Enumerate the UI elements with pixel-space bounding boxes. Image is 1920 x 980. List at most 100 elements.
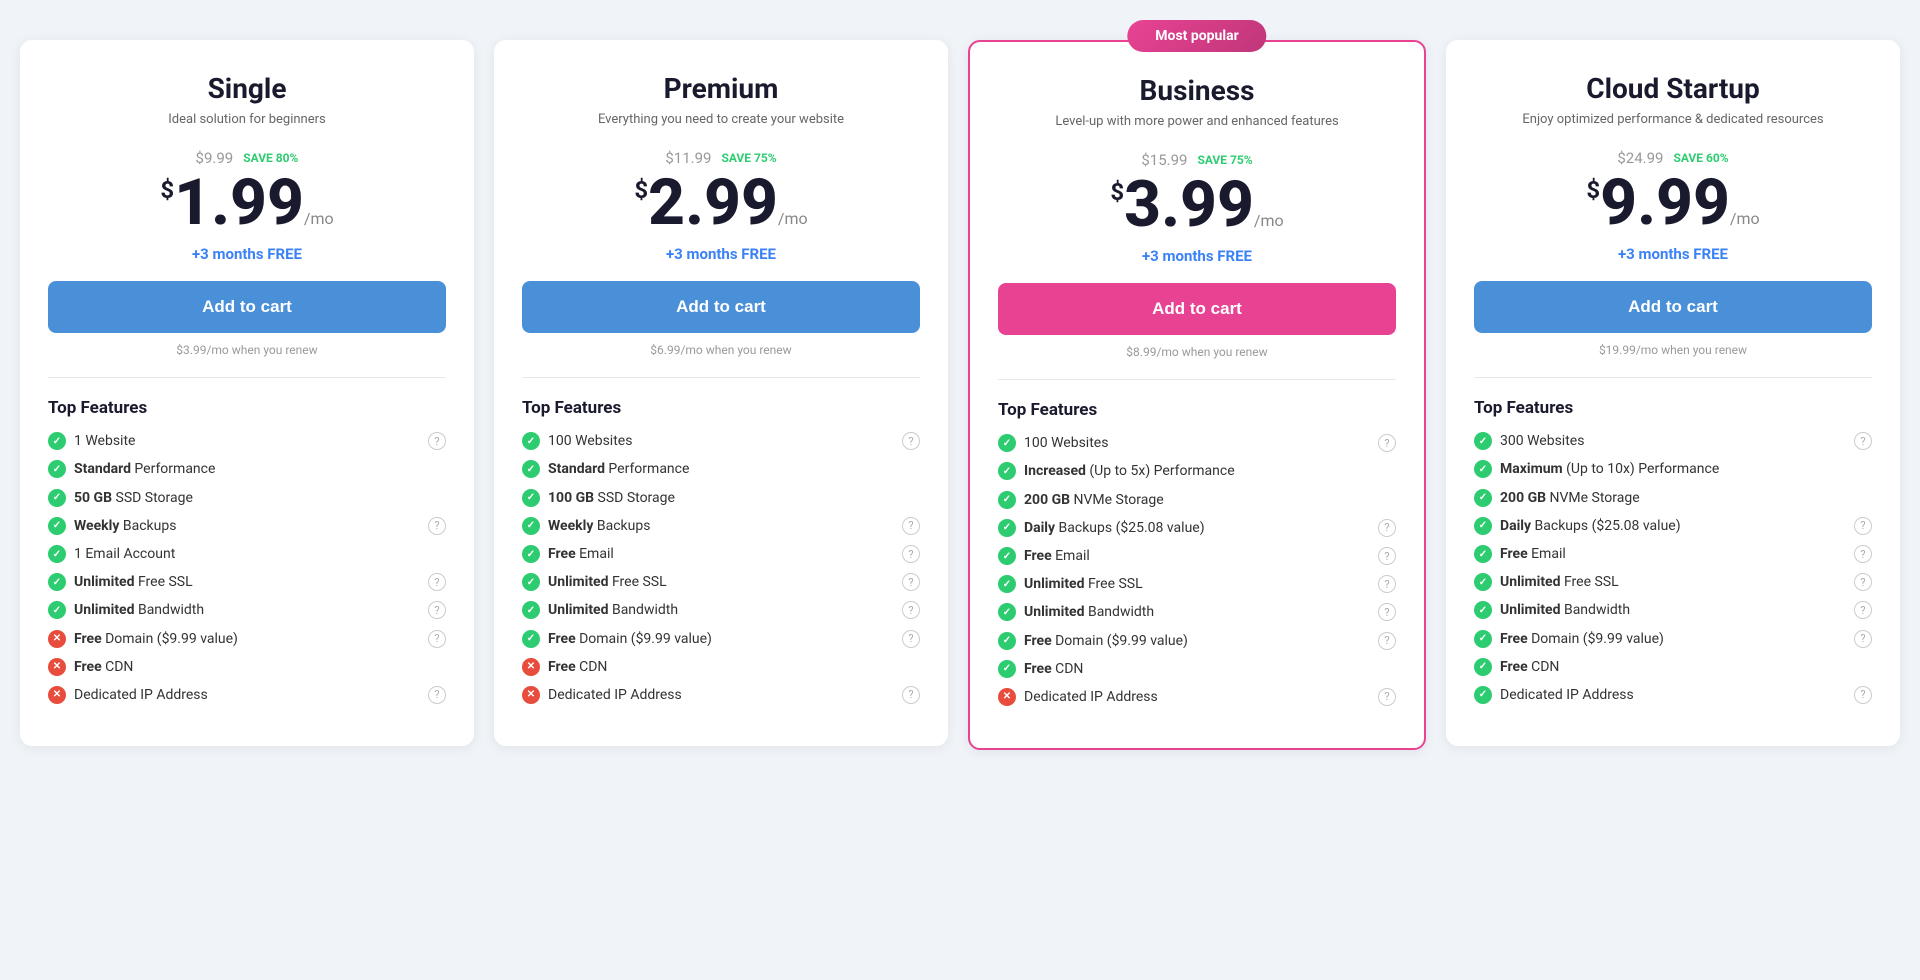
renew-note-business: $8.99/mo when you renew [998, 345, 1396, 359]
free-months-cloud: +3 months FREE [1474, 245, 1872, 263]
price-main-single: $1.99/mo [48, 171, 446, 235]
feature-text: Unlimited Free SSL [548, 573, 894, 591]
feature-check-icon: ✓ [1474, 630, 1492, 648]
info-icon[interactable]: ? [1854, 517, 1872, 535]
feature-check-icon: ✓ [998, 547, 1016, 565]
feature-text: Dedicated IP Address [1024, 688, 1370, 706]
add-to-cart-button-cloud[interactable]: Add to cart [1474, 281, 1872, 333]
free-months-business: +3 months FREE [998, 247, 1396, 265]
feature-text: Free CDN [1500, 658, 1872, 676]
feature-item-cloud-7: ✓ Free Domain ($9.99 value) ? [1474, 630, 1872, 648]
feature-check-icon: ✓ [998, 434, 1016, 452]
info-icon[interactable]: ? [902, 432, 920, 450]
save-badge-business: SAVE 75% [1197, 153, 1252, 167]
feature-check-icon: ✕ [522, 686, 540, 704]
save-badge-cloud: SAVE 60% [1673, 151, 1728, 165]
feature-text: Free Email [1500, 545, 1846, 563]
plan-desc-premium: Everything you need to create your websi… [522, 111, 920, 129]
feature-item-single-9: ✕ Dedicated IP Address ? [48, 686, 446, 704]
info-icon[interactable]: ? [902, 545, 920, 563]
free-months-premium: +3 months FREE [522, 245, 920, 263]
info-icon[interactable]: ? [902, 573, 920, 591]
feature-check-icon: ✕ [48, 686, 66, 704]
info-icon[interactable]: ? [1378, 632, 1396, 650]
info-icon[interactable]: ? [1854, 630, 1872, 648]
info-icon[interactable]: ? [428, 517, 446, 535]
feature-text: Unlimited Bandwidth [74, 601, 420, 619]
feature-check-icon: ✓ [1474, 545, 1492, 563]
feature-item-premium-0: ✓ 100 Websites ? [522, 432, 920, 450]
feature-item-single-0: ✓ 1 Website ? [48, 432, 446, 450]
info-icon[interactable]: ? [1854, 573, 1872, 591]
info-icon[interactable]: ? [902, 601, 920, 619]
feature-text: 200 GB NVMe Storage [1500, 489, 1872, 507]
popular-badge: Most popular [1127, 20, 1266, 52]
feature-item-premium-2: ✓ 100 GB SSD Storage [522, 489, 920, 507]
feature-check-icon: ✓ [48, 517, 66, 535]
info-icon[interactable]: ? [1854, 686, 1872, 704]
info-icon[interactable]: ? [428, 573, 446, 591]
feature-item-premium-1: ✓ Standard Performance [522, 460, 920, 478]
divider-cloud [1474, 377, 1872, 378]
feature-text: Maximum (Up to 10x) Performance [1500, 460, 1872, 478]
info-icon[interactable]: ? [428, 630, 446, 648]
info-icon[interactable]: ? [1378, 547, 1396, 565]
feature-check-icon: ✓ [522, 517, 540, 535]
info-icon[interactable]: ? [902, 517, 920, 535]
feature-check-icon: ✕ [998, 688, 1016, 706]
feature-check-icon: ✓ [998, 575, 1016, 593]
feature-item-cloud-4: ✓ Free Email ? [1474, 545, 1872, 563]
plan-desc-business: Level-up with more power and enhanced fe… [998, 113, 1396, 131]
feature-text: Unlimited Free SSL [1024, 575, 1370, 593]
feature-check-icon: ✓ [522, 545, 540, 563]
price-main-cloud: $9.99/mo [1474, 171, 1872, 235]
info-icon[interactable]: ? [1378, 575, 1396, 593]
feature-check-icon: ✓ [522, 489, 540, 507]
feature-item-business-5: ✓ Unlimited Free SSL ? [998, 575, 1396, 593]
info-icon[interactable]: ? [1378, 434, 1396, 452]
add-to-cart-button-premium[interactable]: Add to cart [522, 281, 920, 333]
feature-check-icon: ✓ [1474, 658, 1492, 676]
info-icon[interactable]: ? [1854, 545, 1872, 563]
info-icon[interactable]: ? [1378, 603, 1396, 621]
feature-check-icon: ✓ [48, 601, 66, 619]
price-currency-cloud: $ [1586, 176, 1600, 204]
info-icon[interactable]: ? [902, 686, 920, 704]
feature-text: Unlimited Bandwidth [1024, 603, 1370, 621]
feature-check-icon: ✕ [522, 658, 540, 676]
top-features-title-single: Top Features [48, 398, 446, 418]
feature-text: Unlimited Free SSL [74, 573, 420, 591]
feature-text: Standard Performance [74, 460, 446, 478]
feature-text: 1 Email Account [74, 545, 446, 563]
feature-item-business-0: ✓ 100 Websites ? [998, 434, 1396, 452]
price-amount-premium: 2.99 [648, 165, 778, 240]
plan-card-premium: Premium Everything you need to create yo… [494, 40, 948, 746]
info-icon[interactable]: ? [902, 630, 920, 648]
feature-item-cloud-9: ✓ Dedicated IP Address ? [1474, 686, 1872, 704]
feature-item-business-4: ✓ Free Email ? [998, 547, 1396, 565]
add-to-cart-button-single[interactable]: Add to cart [48, 281, 446, 333]
feature-item-premium-8: ✕ Free CDN [522, 658, 920, 676]
info-icon[interactable]: ? [1378, 519, 1396, 537]
plan-name-premium: Premium [522, 72, 920, 105]
info-icon[interactable]: ? [428, 601, 446, 619]
feature-text: 200 GB NVMe Storage [1024, 491, 1396, 509]
feature-item-cloud-8: ✓ Free CDN [1474, 658, 1872, 676]
price-period-single: /mo [304, 209, 334, 228]
add-to-cart-button-business[interactable]: Add to cart [998, 283, 1396, 335]
save-badge-single: SAVE 80% [243, 151, 298, 165]
feature-item-single-2: ✓ 50 GB SSD Storage [48, 489, 446, 507]
info-icon[interactable]: ? [1854, 432, 1872, 450]
feature-text: Free Domain ($9.99 value) [74, 630, 420, 648]
price-amount-business: 3.99 [1124, 167, 1254, 242]
info-icon[interactable]: ? [428, 432, 446, 450]
feature-text: Free CDN [548, 658, 920, 676]
free-months-single: +3 months FREE [48, 245, 446, 263]
info-icon[interactable]: ? [428, 686, 446, 704]
info-icon[interactable]: ? [1854, 601, 1872, 619]
feature-check-icon: ✓ [1474, 460, 1492, 478]
feature-text: 300 Websites [1500, 432, 1846, 450]
feature-item-business-7: ✓ Free Domain ($9.99 value) ? [998, 632, 1396, 650]
info-icon[interactable]: ? [1378, 688, 1396, 706]
plan-desc-single: Ideal solution for beginners [48, 111, 446, 129]
